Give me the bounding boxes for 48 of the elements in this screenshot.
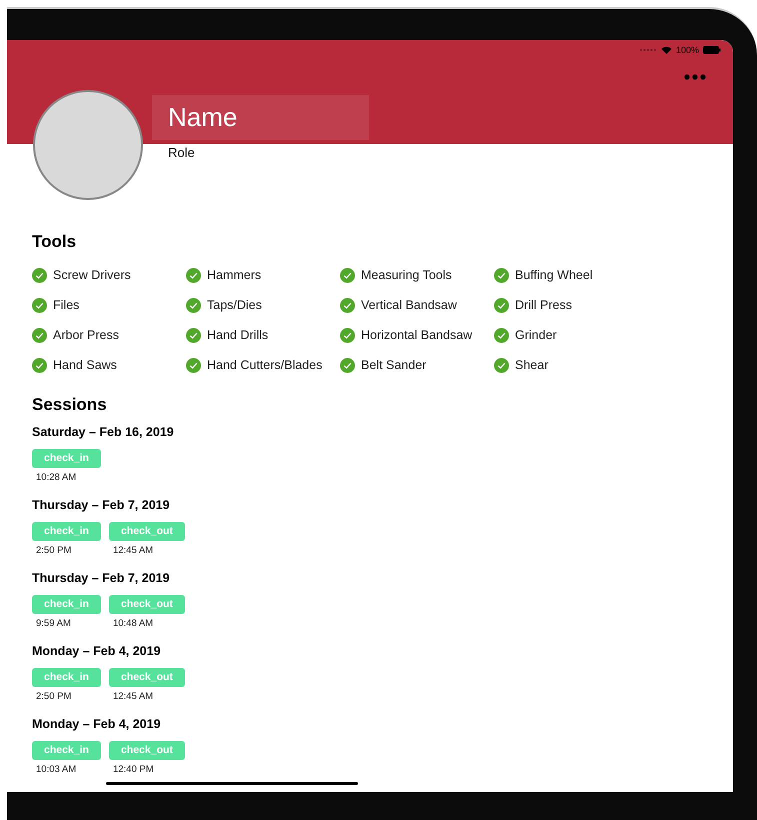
- event-tag: check_out: [108, 595, 185, 614]
- battery-icon: [703, 46, 721, 54]
- session-date: Monday – Feb 4, 2019: [32, 643, 162, 659]
- tool-label: Screw Drivers: [53, 268, 131, 282]
- tool-label: Shear: [515, 358, 548, 372]
- session-date: Thursday – Feb 7, 2019: [32, 497, 171, 513]
- battery-percent: 100%: [676, 45, 699, 55]
- signal-icon: [638, 48, 657, 52]
- session-date: Saturday – Feb 16, 2019: [32, 424, 175, 440]
- event-tag: check_in: [32, 668, 101, 687]
- event-tag: check_out: [108, 668, 185, 687]
- event-time: 10:28 AM: [36, 472, 76, 483]
- more-icon[interactable]: [684, 74, 706, 80]
- section-title: Tools: [32, 232, 78, 252]
- event-time: 10:03 AM: [36, 764, 76, 775]
- event-time: 10:48 AM: [112, 618, 154, 629]
- tool-label: Hand Drills: [207, 328, 268, 342]
- tool-label: Taps/Dies: [207, 298, 262, 312]
- tool-label: Vertical Bandsaw: [361, 298, 457, 312]
- event-time: 2:50 PM: [36, 691, 72, 702]
- tool-label: Hand Cutters/Blades: [207, 358, 322, 372]
- event-tag: check_in: [32, 595, 101, 614]
- role-text: Role: [168, 145, 196, 160]
- event-tag: check_in: [32, 741, 101, 760]
- tool-label: Measuring Tools: [361, 268, 452, 282]
- tool-label: Arbor Press: [53, 328, 119, 342]
- event-time: 12:45 AM: [112, 691, 154, 702]
- tool-label: Buffing Wheel: [515, 268, 593, 282]
- wifi-icon: [660, 46, 672, 54]
- tool-label: Belt Sander: [361, 358, 426, 372]
- event-time: 12:45 AM: [112, 545, 154, 556]
- session-date: Monday – Feb 4, 2019: [32, 716, 162, 732]
- event-tag: check_out: [108, 741, 185, 760]
- tool-label: Hand Saws: [53, 358, 117, 372]
- section-title: Sessions: [32, 395, 108, 415]
- event-time: 2:50 PM: [36, 545, 72, 556]
- tool-label: Files: [53, 298, 80, 312]
- name-field[interactable]: Name: [152, 95, 369, 140]
- event-time: 12:40 PM: [112, 764, 154, 775]
- event-tag: check_in: [32, 522, 101, 541]
- tool-label: Drill Press: [515, 298, 572, 312]
- event-tag: check_in: [32, 449, 101, 468]
- event-time: 9:59 AM: [36, 618, 71, 629]
- tool-label: Grinder: [515, 328, 557, 342]
- event-tag: check_out: [108, 522, 185, 541]
- tool-label: Horizontal Bandsaw: [361, 328, 472, 342]
- tool-label: Hammers: [207, 268, 262, 282]
- session-date: Thursday – Feb 7, 2019: [32, 570, 171, 586]
